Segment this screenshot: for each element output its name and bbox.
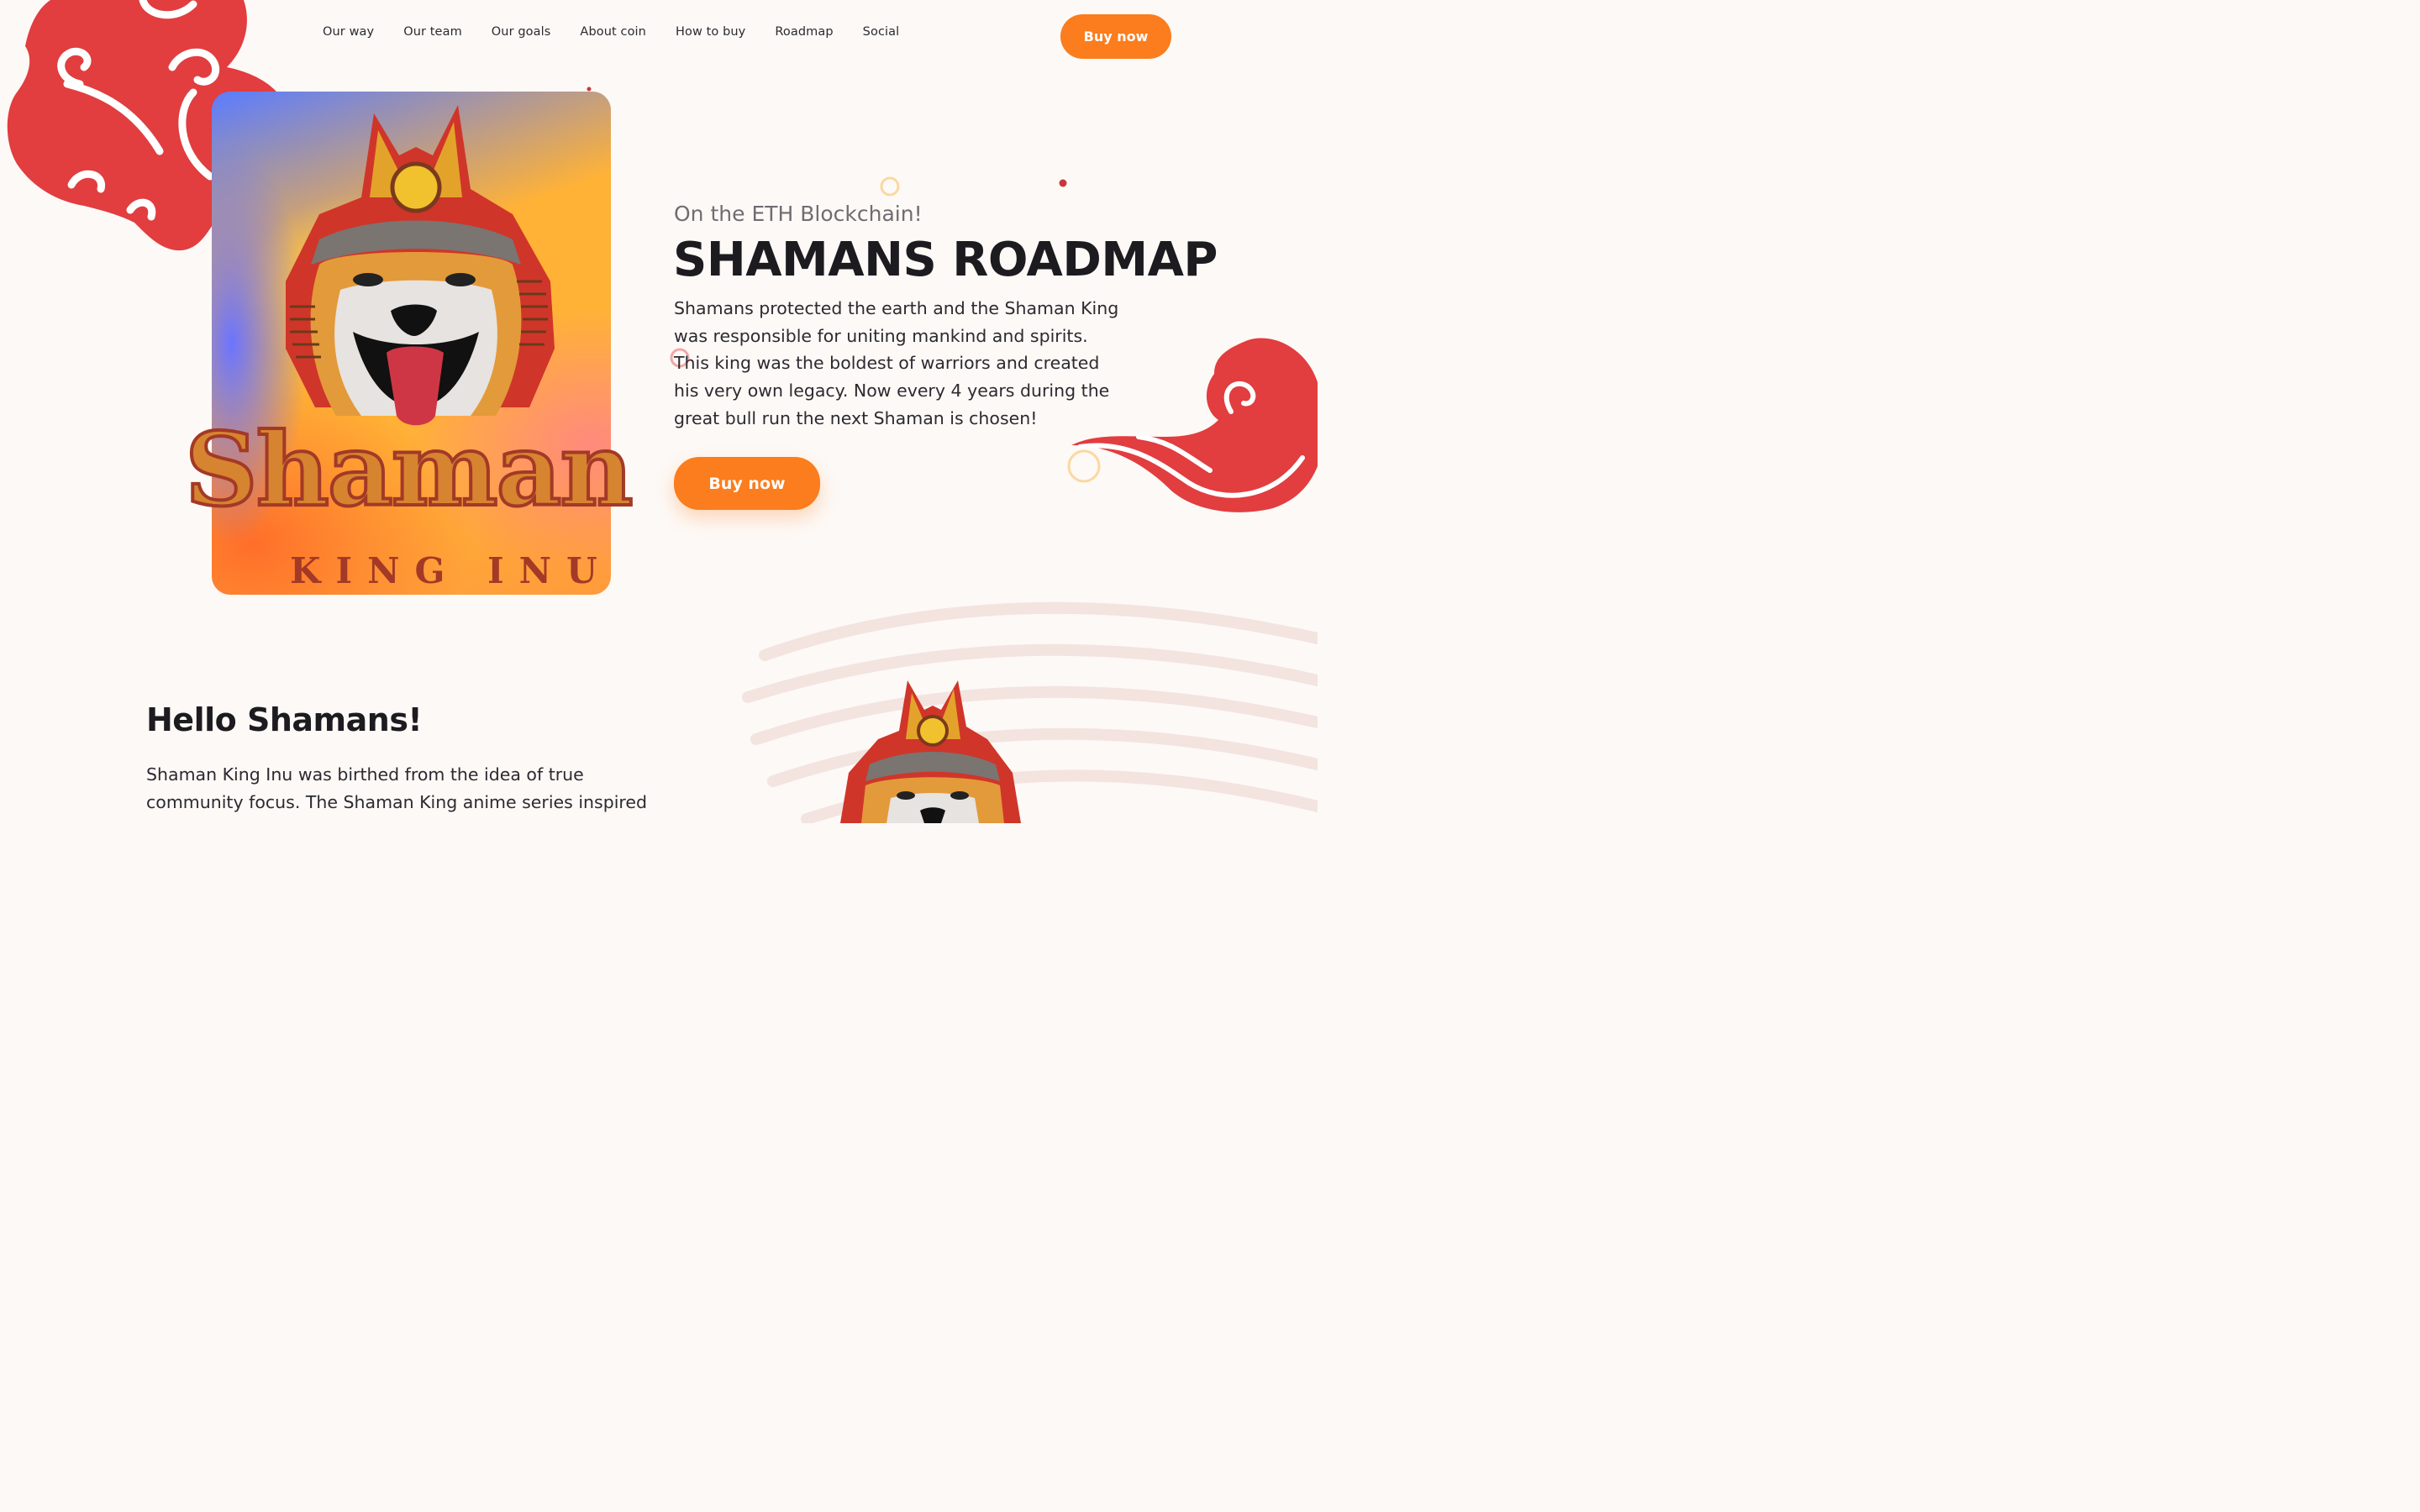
buy-now-hero-button[interactable]: Buy now	[674, 457, 820, 510]
buy-now-header-button[interactable]: Buy now	[1060, 14, 1171, 59]
shiba-mascot-icon	[840, 680, 1021, 823]
hero-title: SHAMANS ROADMAP	[673, 233, 1218, 287]
nav-link-our-way[interactable]: Our way	[323, 25, 374, 39]
hero-description: Shamans protected the earth and the Sham…	[674, 298, 1119, 428]
intro-text: Shaman King Inu was birthed from the ide…	[146, 764, 648, 812]
logo-wordmark: Shaman	[183, 411, 635, 529]
hero-eyebrow: On the ETH Blockchain!	[674, 202, 923, 226]
nav-link-social[interactable]: Social	[863, 25, 900, 39]
nav-link-roadmap[interactable]: Roadmap	[775, 25, 833, 39]
nav-link-how-to-buy[interactable]: How to buy	[676, 25, 745, 39]
decorative-dot	[1059, 179, 1067, 187]
main-nav: Our way Our team Our goals About coin Ho…	[323, 25, 929, 39]
nav-link-our-team[interactable]: Our team	[403, 25, 462, 39]
decorative-ring	[880, 176, 900, 197]
logo-subtitle: KING INU	[290, 550, 613, 591]
background-lines	[742, 601, 1318, 823]
decorative-ring	[1067, 449, 1101, 483]
nav-link-our-goals[interactable]: Our goals	[492, 25, 551, 39]
nav-link-about-coin[interactable]: About coin	[580, 25, 646, 39]
shiba-mascot-icon	[286, 105, 555, 426]
intro-heading: Hello Shamans!	[146, 701, 423, 738]
